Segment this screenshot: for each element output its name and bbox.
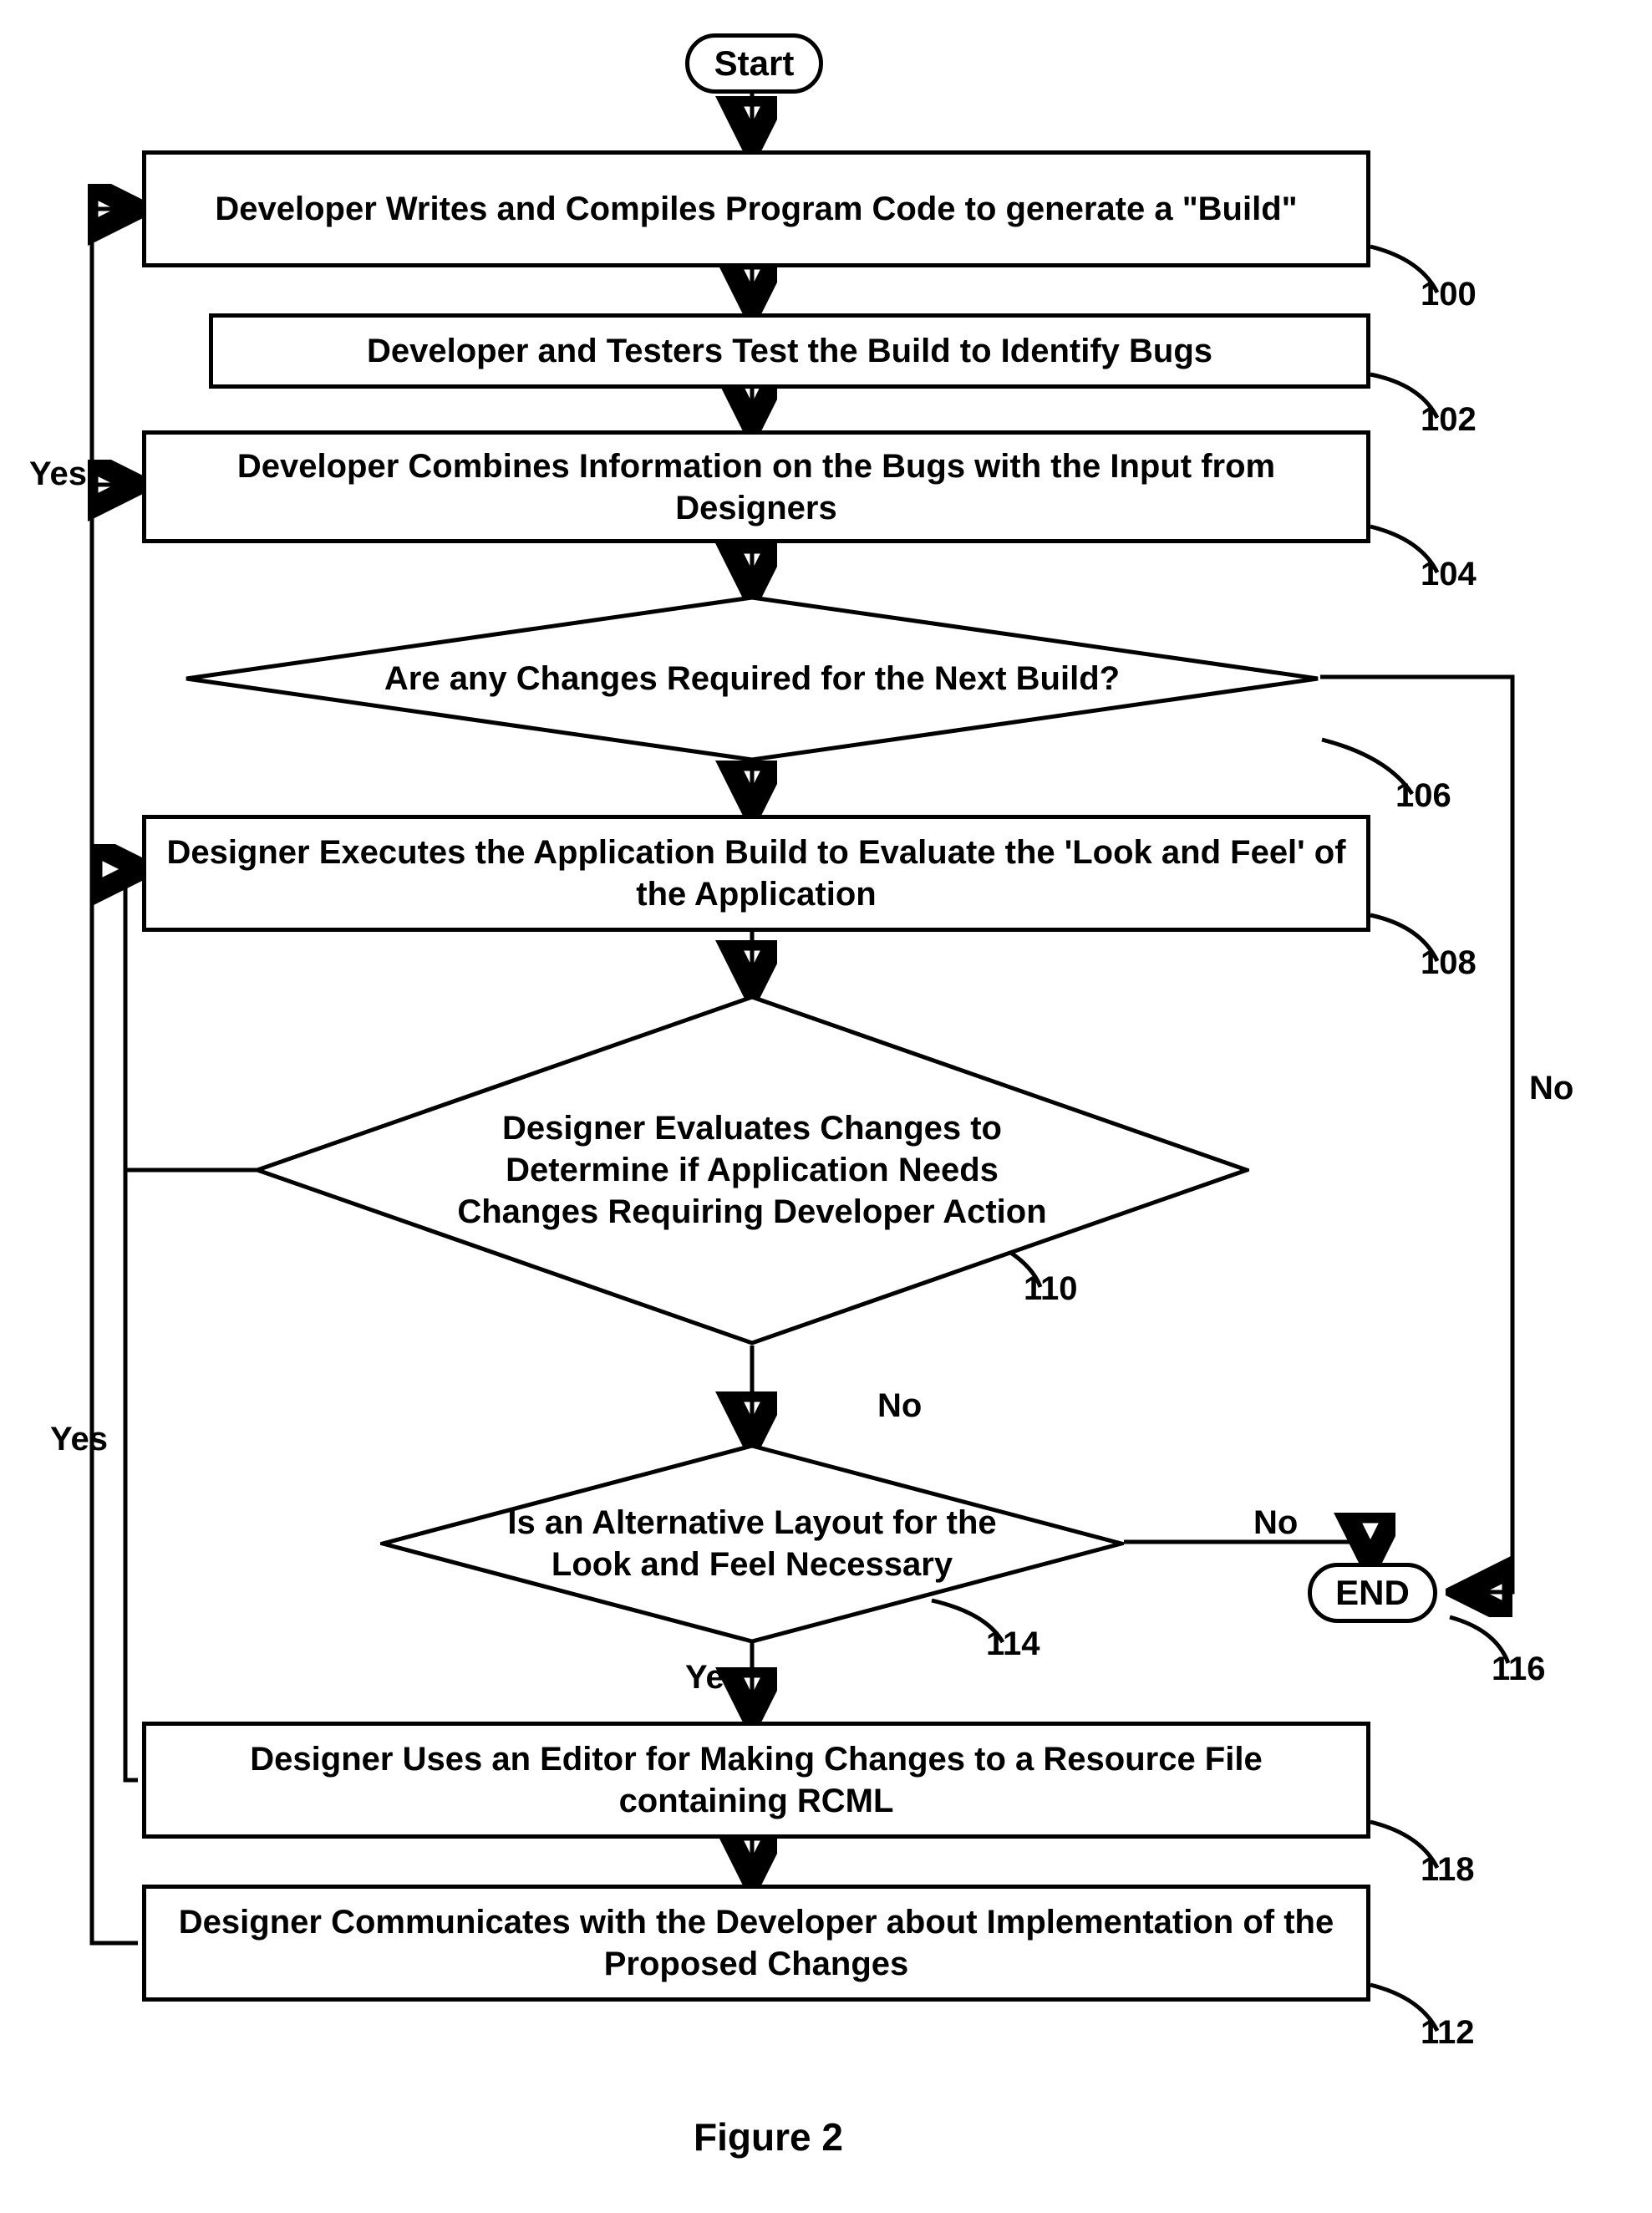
start-terminator: Start bbox=[685, 33, 823, 94]
ref-114: 114 bbox=[986, 1625, 1040, 1663]
decision-110: Designer Evaluates Changes to Determine … bbox=[255, 995, 1249, 1346]
decision-114: Is an Alternative Layout for the Look an… bbox=[380, 1443, 1124, 1644]
process-118-text: Designer Uses an Editor for Making Chang… bbox=[163, 1738, 1350, 1822]
label-yes-outer: Yes bbox=[29, 455, 87, 493]
end-text: END bbox=[1335, 1571, 1410, 1615]
end-terminator: END bbox=[1308, 1563, 1437, 1623]
process-104-text: Developer Combines Information on the Bu… bbox=[163, 445, 1350, 529]
decision-106: Are any Changes Required for the Next Bu… bbox=[184, 595, 1320, 762]
flowchart-canvas: Start Developer Writes and Compiles Prog… bbox=[0, 0, 1652, 2213]
label-yes-110: Yes bbox=[50, 1421, 108, 1458]
ref-102: 102 bbox=[1421, 401, 1477, 439]
process-100-text: Developer Writes and Compiles Program Co… bbox=[215, 188, 1297, 230]
figure-caption: Figure 2 bbox=[694, 2114, 843, 2160]
process-112-text: Designer Communicates with the Developer… bbox=[163, 1901, 1350, 1985]
label-yes-114: Yes bbox=[685, 1659, 743, 1697]
ref-112: 112 bbox=[1421, 2014, 1475, 2052]
ref-110: 110 bbox=[1024, 1270, 1078, 1308]
process-112: Designer Communicates with the Developer… bbox=[142, 1885, 1370, 2002]
ref-108: 108 bbox=[1421, 944, 1477, 982]
process-108-text: Designer Executes the Application Build … bbox=[163, 832, 1350, 915]
decision-114-text: Is an Alternative Layout for the Look an… bbox=[380, 1443, 1124, 1644]
decision-106-text: Are any Changes Required for the Next Bu… bbox=[184, 595, 1320, 762]
process-108: Designer Executes the Application Build … bbox=[142, 815, 1370, 932]
label-no-106: No bbox=[1529, 1070, 1573, 1107]
process-102: Developer and Testers Test the Build to … bbox=[209, 313, 1370, 389]
process-100: Developer Writes and Compiles Program Co… bbox=[142, 150, 1370, 267]
ref-116: 116 bbox=[1492, 1651, 1546, 1688]
process-118: Designer Uses an Editor for Making Chang… bbox=[142, 1722, 1370, 1839]
label-no-110: No bbox=[877, 1387, 922, 1425]
process-102-text: Developer and Testers Test the Build to … bbox=[367, 330, 1212, 372]
ref-100: 100 bbox=[1421, 276, 1477, 313]
ref-106: 106 bbox=[1395, 777, 1451, 815]
ref-118: 118 bbox=[1421, 1851, 1475, 1889]
start-text: Start bbox=[714, 42, 795, 86]
decision-110-text: Designer Evaluates Changes to Determine … bbox=[255, 995, 1249, 1346]
label-no-114: No bbox=[1253, 1504, 1298, 1542]
process-104: Developer Combines Information on the Bu… bbox=[142, 430, 1370, 543]
ref-104: 104 bbox=[1421, 556, 1477, 593]
